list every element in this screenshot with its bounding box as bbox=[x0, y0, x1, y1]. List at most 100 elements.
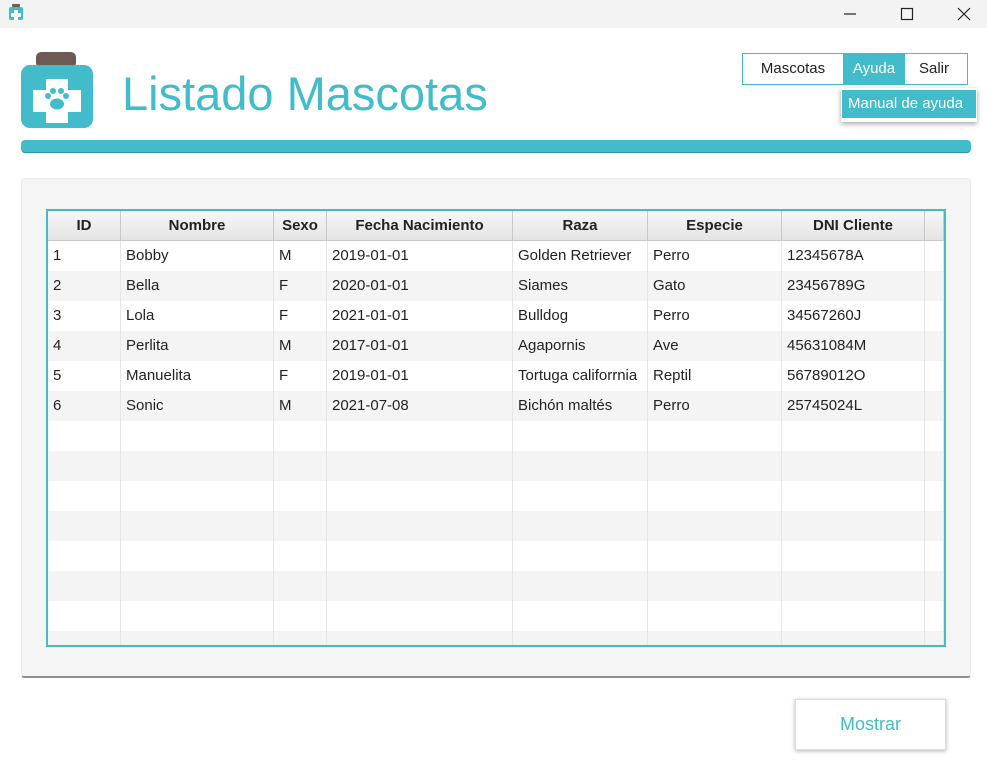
table-cell bbox=[274, 421, 327, 451]
table-cell: Bulldog bbox=[513, 301, 648, 331]
menu-item-mascotas[interactable]: Mascotas bbox=[743, 54, 843, 84]
close-icon bbox=[957, 7, 971, 21]
table-cell: Manuelita bbox=[121, 361, 274, 391]
table-cell bbox=[782, 421, 925, 451]
table-cell: Agapornis bbox=[513, 331, 648, 361]
table-cell bbox=[121, 541, 274, 571]
table-cell: Perro bbox=[648, 301, 782, 331]
minimize-button[interactable] bbox=[827, 0, 873, 28]
table-cell-filler bbox=[925, 391, 944, 421]
table-cell bbox=[327, 451, 513, 481]
minimize-icon bbox=[844, 13, 856, 15]
table-cell bbox=[513, 481, 648, 511]
mascotas-table[interactable]: ID Nombre Sexo Fecha Nacimiento Raza Especie D… bbox=[46, 209, 946, 647]
table-cell: Bella bbox=[121, 271, 274, 301]
table-cell: F bbox=[274, 361, 327, 391]
table-cell-filler bbox=[925, 271, 944, 301]
title-bar bbox=[0, 0, 987, 28]
empty-table-row bbox=[48, 511, 944, 541]
table-row[interactable]: 6 Sonic M 2021-07-08 Bichón maltés Perro 25745… bbox=[48, 391, 944, 421]
column-header[interactable]: Especie bbox=[648, 211, 782, 241]
empty-table-row bbox=[48, 421, 944, 451]
table-cell-filler bbox=[925, 451, 944, 481]
table-cell bbox=[48, 511, 121, 541]
maximize-button[interactable] bbox=[884, 0, 930, 28]
table-cell bbox=[327, 631, 513, 645]
table-cell: Sonic bbox=[121, 391, 274, 421]
table-cell: 2021-01-01 bbox=[327, 301, 513, 331]
table-cell bbox=[274, 511, 327, 541]
table-cell: Reptil bbox=[648, 361, 782, 391]
table-cell bbox=[782, 571, 925, 601]
table-cell bbox=[513, 631, 648, 645]
empty-table-row bbox=[48, 601, 944, 631]
column-header[interactable]: ID bbox=[48, 211, 121, 241]
table-cell: 5 bbox=[48, 361, 121, 391]
table-cell: 2021-07-08 bbox=[327, 391, 513, 421]
mostrar-button[interactable]: Mostrar bbox=[795, 699, 946, 750]
table-cell bbox=[48, 541, 121, 571]
table-cell bbox=[274, 571, 327, 601]
column-header-filler bbox=[925, 211, 944, 241]
table-cell bbox=[274, 481, 327, 511]
table-cell bbox=[48, 571, 121, 601]
table-cell: 12345678A bbox=[782, 241, 925, 271]
close-button[interactable] bbox=[941, 0, 987, 28]
table-row[interactable]: 2 Bella F 2020-01-01 Siames Gato 23456789G bbox=[48, 271, 944, 301]
table-cell: M bbox=[274, 241, 327, 271]
table-cell bbox=[48, 601, 121, 631]
column-header[interactable]: DNI Cliente bbox=[782, 211, 925, 241]
table-cell bbox=[48, 421, 121, 451]
table-cell bbox=[48, 481, 121, 511]
table-row[interactable]: 3 Lola F 2021-01-01 Bulldog Perro 34567260J bbox=[48, 301, 944, 331]
table-cell: 45631084M bbox=[782, 331, 925, 361]
table-cell bbox=[782, 541, 925, 571]
table-cell bbox=[648, 631, 782, 645]
table-cell bbox=[513, 541, 648, 571]
table-cell: Perro bbox=[648, 391, 782, 421]
table-cell: Gato bbox=[648, 271, 782, 301]
menu-item-manual-de-ayuda[interactable]: Manual de ayuda bbox=[842, 90, 976, 118]
table-cell: Perlita bbox=[121, 331, 274, 361]
table-cell bbox=[648, 541, 782, 571]
table-cell: 25745024L bbox=[782, 391, 925, 421]
table-cell bbox=[121, 631, 274, 645]
table-cell: 6 bbox=[48, 391, 121, 421]
table-cell bbox=[327, 571, 513, 601]
table-cell bbox=[274, 631, 327, 645]
table-cell: F bbox=[274, 271, 327, 301]
table-cell bbox=[327, 511, 513, 541]
table-cell bbox=[648, 421, 782, 451]
table-row[interactable]: 1 Bobby M 2019-01-01 Golden Retriever Perro 12… bbox=[48, 241, 944, 271]
table-cell: 4 bbox=[48, 331, 121, 361]
table-cell bbox=[327, 481, 513, 511]
table-cell bbox=[782, 631, 925, 645]
table-cell bbox=[274, 541, 327, 571]
table-cell bbox=[48, 631, 121, 645]
table-cell bbox=[513, 601, 648, 631]
table-cell: 2019-01-01 bbox=[327, 241, 513, 271]
table-row[interactable]: 5 Manuelita F 2019-01-01 Tortuga califorrnia… bbox=[48, 361, 944, 391]
menu-bar: Mascotas Ayuda Salir bbox=[742, 53, 968, 85]
menu-item-salir[interactable]: Salir bbox=[905, 54, 963, 84]
pet-medicine-bottle-icon bbox=[21, 52, 93, 128]
table-cell-filler bbox=[925, 241, 944, 271]
column-header[interactable]: Nombre bbox=[121, 211, 274, 241]
table-cell-filler bbox=[925, 511, 944, 541]
ayuda-dropdown: Manual de ayuda bbox=[841, 88, 977, 122]
table-row[interactable]: 4 Perlita M 2017-01-01 Agapornis Ave 45631084M bbox=[48, 331, 944, 361]
column-header[interactable]: Raza bbox=[513, 211, 648, 241]
table-cell bbox=[121, 511, 274, 541]
column-header[interactable]: Fecha Nacimiento bbox=[327, 211, 513, 241]
table-cell bbox=[782, 481, 925, 511]
table-cell: Perro bbox=[648, 241, 782, 271]
menu-item-ayuda[interactable]: Ayuda bbox=[843, 54, 905, 84]
table-cell: 56789012O bbox=[782, 361, 925, 391]
table-cell-filler bbox=[925, 301, 944, 331]
table-cell bbox=[327, 601, 513, 631]
table-cell bbox=[121, 601, 274, 631]
table-cell: 23456789G bbox=[782, 271, 925, 301]
table-cell-filler bbox=[925, 571, 944, 601]
table-cell: Ave bbox=[648, 331, 782, 361]
column-header[interactable]: Sexo bbox=[274, 211, 327, 241]
